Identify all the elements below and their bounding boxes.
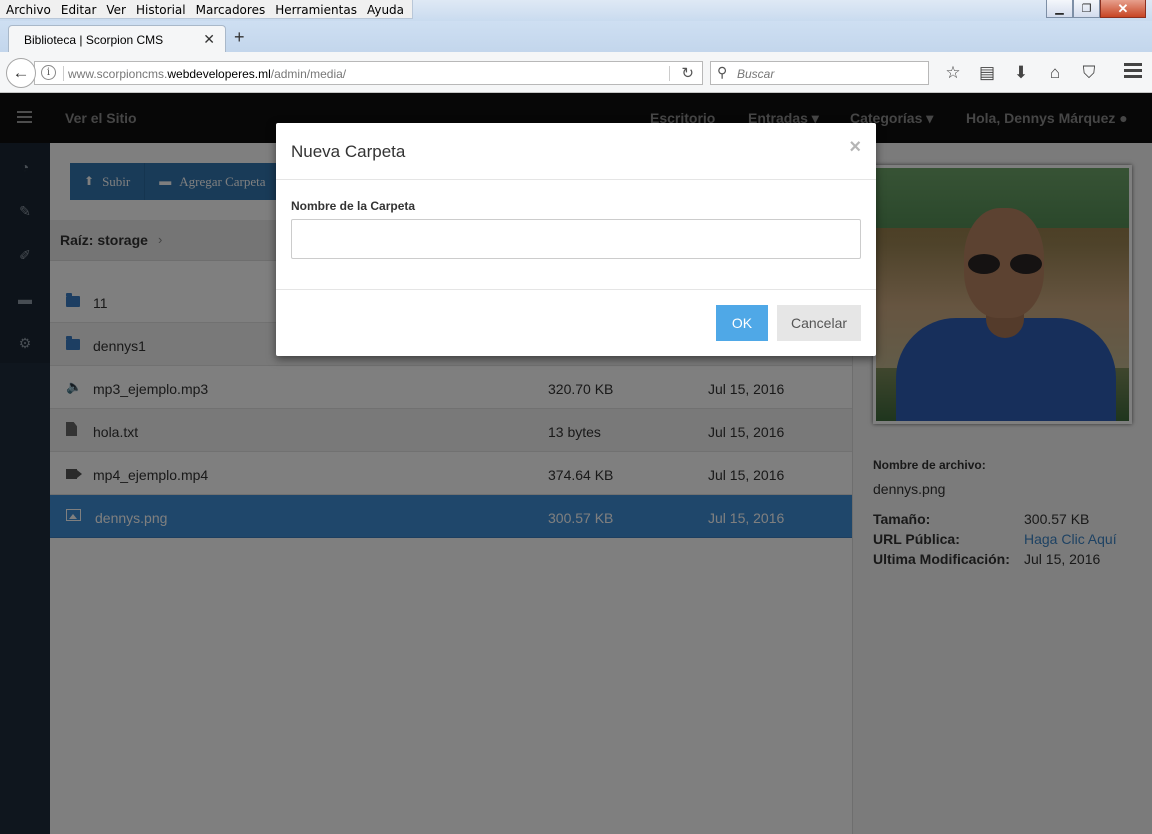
menu-marcadores[interactable]: Marcadores (192, 0, 272, 18)
folder-name-input[interactable] (291, 219, 861, 259)
dialog-footer-divider (276, 289, 876, 290)
hamburger-icon[interactable] (1124, 63, 1142, 81)
menu-ayuda[interactable]: Ayuda (363, 0, 410, 18)
menu-list: Archivo Editar Ver Historial Marcadores … (0, 0, 414, 19)
menu-editar[interactable]: Editar (57, 0, 103, 18)
star-icon[interactable]: ☆ (936, 61, 970, 85)
dialog-title: Nueva Carpeta (291, 142, 406, 161)
url-bar[interactable]: i www.scorpioncms.webdeveloperes.ml/admi… (34, 61, 703, 85)
tab-close-icon[interactable]: ✕ (203, 31, 215, 48)
reload-icon[interactable]: ↻ (681, 64, 694, 82)
tab-title: Biblioteca | Scorpion CMS (24, 33, 164, 47)
window-close-icon[interactable]: ✕ (1100, 0, 1146, 18)
cancel-button[interactable]: Cancelar (777, 305, 861, 341)
ok-button[interactable]: OK (716, 305, 768, 341)
menu-archivo[interactable]: Archivo (2, 0, 57, 18)
new-folder-dialog: Nueva Carpeta × Nombre de la Carpeta OK … (276, 123, 876, 356)
back-arrow-icon: ← (12, 63, 30, 82)
search-bar[interactable]: ⚲ Buscar (710, 61, 929, 85)
menu-bar: Archivo Editar Ver Historial Marcadores … (0, 0, 1152, 21)
download-icon[interactable]: ⬇ (1004, 61, 1038, 85)
minimize-icon[interactable]: ▁ (1046, 0, 1073, 18)
pocket-icon[interactable]: ⛉ (1072, 61, 1106, 85)
url-separator (63, 66, 64, 81)
site-info-icon[interactable]: i (41, 65, 56, 80)
menu-historial[interactable]: Historial (132, 0, 192, 18)
reload-separator (669, 66, 670, 81)
window-controls: ▁ ❐ ✕ (1046, 0, 1146, 18)
new-tab-icon[interactable]: + (234, 27, 245, 48)
url-text: www.scorpioncms.webdeveloperes.ml/admin/… (68, 67, 347, 81)
toolbar-icons: ☆ ▤ ⬇ ⌂ ⛉ (936, 61, 1106, 85)
dialog-header: Nueva Carpeta × (276, 123, 876, 180)
menu-herramientas[interactable]: Herramientas (271, 0, 363, 18)
folder-name-label: Nombre de la Carpeta (291, 199, 416, 213)
tab-bar: Biblioteca | Scorpion CMS ✕ + (0, 21, 1152, 53)
home-icon[interactable]: ⌂ (1038, 61, 1072, 85)
search-placeholder: Buscar (737, 67, 775, 81)
reader-icon[interactable]: ▤ (970, 61, 1004, 85)
search-icon: ⚲ (717, 64, 728, 80)
browser-tab[interactable]: Biblioteca | Scorpion CMS ✕ (8, 25, 226, 53)
menu-ver[interactable]: Ver (102, 0, 132, 18)
back-button[interactable]: ← (6, 58, 36, 88)
navigation-toolbar: i www.scorpioncms.webdeveloperes.ml/admi… (0, 52, 1152, 93)
close-icon[interactable]: × (849, 136, 861, 159)
maximize-icon[interactable]: ❐ (1073, 0, 1100, 18)
